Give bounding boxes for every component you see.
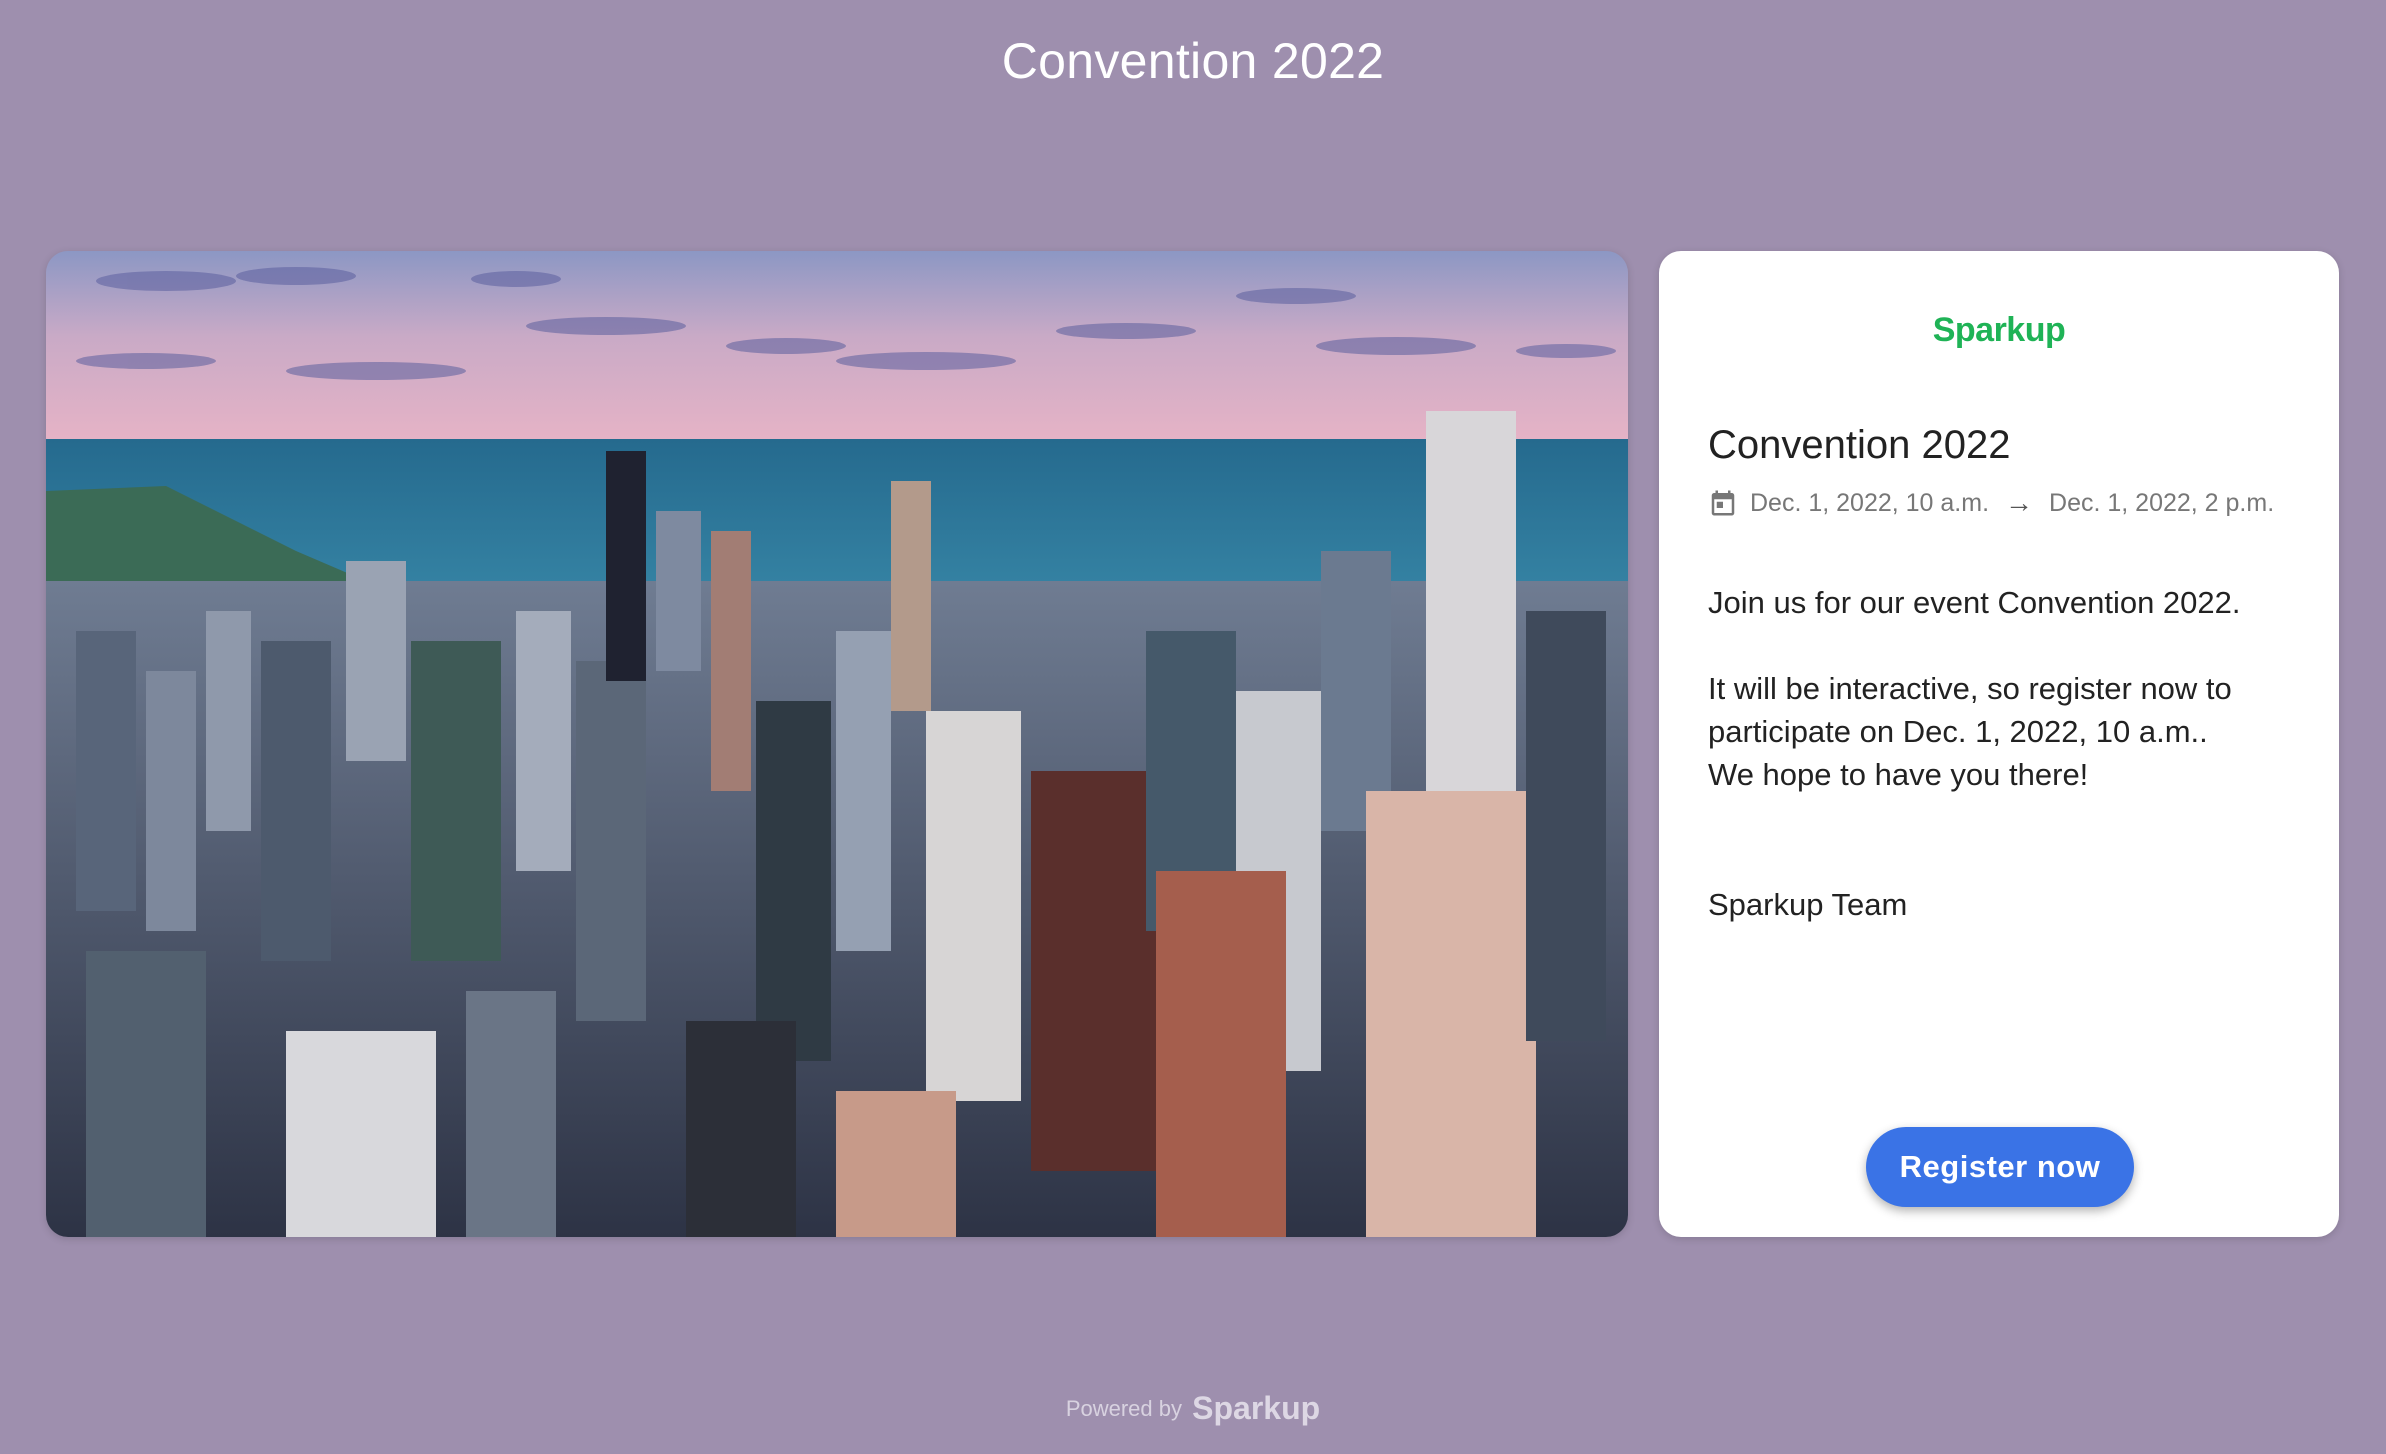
description-closing: We hope to have you there! (1708, 757, 2089, 792)
event-card: Sparkup Convention 2022 Dec. 1, 2022, 10… (1659, 251, 2339, 1237)
event-description: Join us for our event Convention 2022. I… (1708, 581, 2308, 796)
description-details: It will be interactive, so register now … (1708, 671, 2232, 749)
calendar-icon (1711, 490, 1735, 516)
arrow-right-icon: → (2005, 487, 2034, 518)
page-title: Convention 2022 (1001, 33, 1385, 89)
event-start-date: Dec. 1, 2022, 10 a.m. (1750, 488, 1990, 517)
event-dates: Dec. 1, 2022, 10 a.m. → Dec. 1, 2022, 2 … (1708, 487, 2274, 519)
sparkup-logo: Sparkup (1932, 311, 2066, 349)
footer: Powered by Sparkup (0, 1390, 2386, 1427)
description-intro: Join us for our event Convention 2022. (1708, 585, 2241, 620)
event-title: Convention 2022 (1708, 423, 2011, 467)
event-end-date: Dec. 1, 2022, 2 p.m. (2049, 488, 2275, 517)
register-button[interactable]: Register now (1866, 1127, 2134, 1207)
event-cover-image (46, 251, 1628, 1237)
signature: Sparkup Team (1708, 887, 1908, 922)
powered-by-label: Powered by (1065, 1396, 1183, 1421)
footer-sparkup-logo[interactable]: Sparkup (1192, 1390, 1320, 1426)
